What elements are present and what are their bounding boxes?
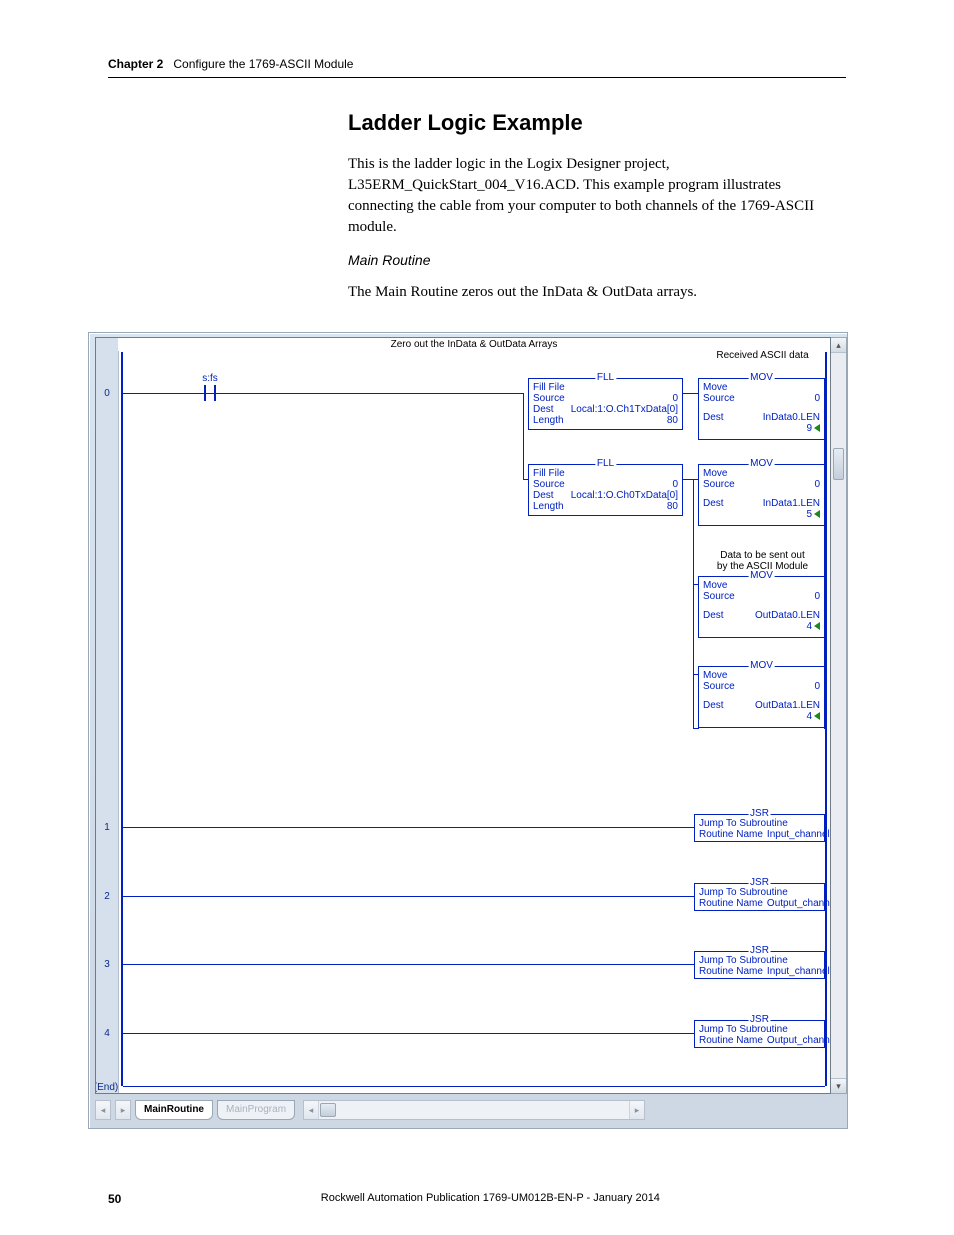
page-footer: 50 Rockwell Automation Publication 1769-… (108, 1192, 846, 1207)
instruction-title: JSR (748, 945, 771, 956)
page: Chapter 2 Configure the 1769-ASCII Modul… (0, 0, 954, 1235)
instruction-jsr[interactable]: JSR Jump To Subroutine Routine NameOutpu… (694, 1020, 825, 1048)
instruction-jsr[interactable]: JSR Jump To Subroutine Routine NameOutpu… (694, 883, 825, 911)
publication-reference: Rockwell Automation Publication 1769-UM0… (121, 1192, 859, 1204)
wire (123, 393, 523, 394)
routine-tab-strip: ◂ ▸ MainRoutine MainProgram ◂ ▸ (95, 1100, 841, 1122)
rung-number: 1 (96, 822, 118, 833)
data-arrow-icon (814, 622, 820, 630)
page-number: 50 (108, 1192, 121, 1206)
tab-next-icon[interactable]: ▸ (115, 1100, 131, 1120)
instruction-title: MOV (748, 570, 775, 581)
horizontal-scrollbar[interactable]: ◂ ▸ (303, 1100, 645, 1120)
chapter-title: Configure the 1769-ASCII Module (173, 57, 353, 71)
wire (683, 479, 699, 480)
instruction-title: JSR (748, 1014, 771, 1025)
section-subhead: Main Routine (348, 252, 848, 268)
ladder-canvas[interactable]: 0 1 2 3 4 (End) Zero out the InData & Ou… (95, 337, 831, 1094)
scroll-up-icon[interactable]: ▴ (831, 338, 846, 353)
rung-number: 0 (96, 388, 118, 399)
instruction-fll[interactable]: FLL Fill File Source0 DestLocal:1:O.Ch1T… (528, 378, 683, 430)
scroll-down-icon[interactable]: ▾ (831, 1078, 846, 1093)
wire (123, 896, 694, 897)
section-heading: Ladder Logic Example (348, 110, 848, 136)
wire (693, 479, 694, 728)
running-header: Chapter 2 Configure the 1769-ASCII Modul… (108, 55, 846, 86)
wire (123, 1033, 694, 1034)
instruction-title: MOV (748, 660, 775, 671)
instruction-mov[interactable]: Received ASCII data MOV Move Source0 Des… (698, 378, 825, 440)
ladder-area: Zero out the InData & OutData Arrays s:f… (118, 338, 830, 1093)
instruction-title: FLL (595, 458, 616, 469)
instruction-mov[interactable]: Data to be sent out by the ASCII Module … (698, 576, 825, 638)
xic-contact[interactable]: s:fs (198, 385, 222, 401)
data-arrow-icon (814, 712, 820, 720)
data-arrow-icon (814, 510, 820, 518)
chapter-label: Chapter 2 (108, 57, 163, 71)
header-rule (108, 77, 846, 78)
rung-number: 4 (96, 1028, 118, 1039)
tab-prev-icon[interactable]: ◂ (95, 1100, 111, 1120)
section-para-1: This is the ladder logic in the Logix De… (348, 154, 848, 238)
contact-label: s:fs (180, 373, 240, 384)
wire (123, 827, 694, 828)
instruction-comment: Data to be sent out by the ASCII Module (699, 551, 826, 572)
instruction-title: JSR (748, 877, 771, 888)
rung-number: 3 (96, 959, 118, 970)
tab-mainroutine[interactable]: MainRoutine (135, 1100, 213, 1120)
ladder-editor-window: 0 1 2 3 4 (End) Zero out the InData & Ou… (88, 332, 848, 1129)
wire (693, 728, 699, 729)
scroll-thumb[interactable] (833, 448, 844, 480)
rung-number: 2 (96, 891, 118, 902)
instruction-jsr[interactable]: JSR Jump To Subroutine Routine NameInput… (694, 951, 825, 979)
instruction-title: MOV (748, 458, 775, 469)
instruction-mov[interactable]: MOV Move Source0 DestInData1.LEN 5 (698, 464, 825, 526)
body-column: Ladder Logic Example This is the ladder … (348, 110, 848, 317)
left-power-rail (121, 352, 123, 1086)
scroll-right-icon[interactable]: ▸ (629, 1101, 644, 1119)
scroll-thumb[interactable] (320, 1103, 336, 1117)
rung-number-gutter: 0 1 2 3 4 (End) (96, 338, 119, 1093)
instruction-fll[interactable]: FLL Fill File Source0 DestLocal:1:O.Ch0T… (528, 464, 683, 516)
section-para-2: The Main Routine zeros out the InData & … (348, 282, 848, 303)
wire (123, 1086, 825, 1087)
vertical-scrollbar[interactable]: ▴ ▾ (831, 337, 847, 1094)
tab-mainprogram[interactable]: MainProgram (217, 1100, 295, 1120)
wire (683, 393, 699, 394)
instruction-title: FLL (595, 372, 616, 383)
wire (123, 964, 694, 965)
instruction-title: JSR (748, 808, 771, 819)
instruction-title: MOV (748, 372, 775, 383)
wire (523, 393, 524, 479)
instruction-comment: Received ASCII data (699, 351, 826, 362)
instruction-mov[interactable]: MOV Move Source0 DestOutData1.LEN 4 (698, 666, 825, 728)
instruction-jsr[interactable]: JSR Jump To Subroutine Routine NameInput… (694, 814, 825, 842)
scroll-left-icon[interactable]: ◂ (304, 1101, 319, 1119)
data-arrow-icon (814, 424, 820, 432)
